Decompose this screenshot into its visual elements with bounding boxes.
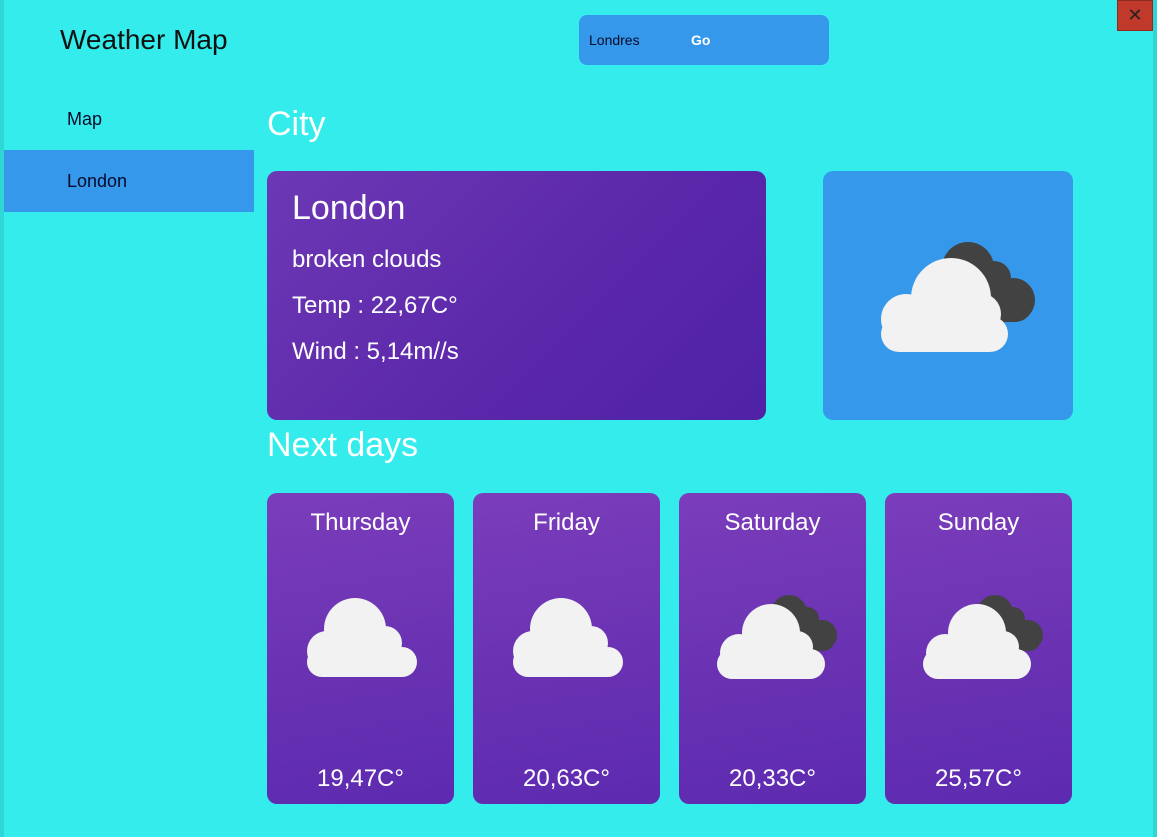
city-icon-card [823,171,1073,420]
city-description: broken clouds [292,246,442,273]
sidebar-nav: Map London [4,88,254,212]
day-name: Sunday [937,509,1020,536]
day-temperature: 20,63C° [523,765,610,792]
day-temperature: 19,47C° [317,765,404,792]
day-name: Friday [533,509,600,536]
sidebar-item-map[interactable]: Map [4,88,254,150]
day-temperature: 20,33C° [729,765,816,792]
go-button[interactable]: Go [691,30,715,50]
broken-clouds-icon [881,242,1035,352]
day-card-saturday: Saturday 20,33C° [679,493,866,804]
close-icon[interactable]: ✕ [1127,5,1142,25]
broken-clouds-icon [923,595,1043,679]
search-box: Go [579,15,829,65]
app-title: Weather Map [60,24,228,55]
search-input[interactable] [589,30,689,50]
city-section-title: City [267,105,326,143]
window-edge-right [1153,0,1157,837]
city-temperature: Temp : 22,67C° [292,292,458,319]
day-card-thursday: Thursday 19,47C° [267,493,454,804]
city-wind: Wind : 5,14m//s [292,338,459,365]
cloud-icon [307,598,417,677]
city-weather-card: London broken clouds Temp : 22,67C° Wind… [267,171,766,420]
close-button[interactable]: ✕ [1117,0,1153,31]
city-name: London [292,189,406,227]
broken-clouds-icon [717,595,837,679]
cloud-icon [513,598,623,677]
next-days-section-title: Next days [267,426,419,464]
day-card-friday: Friday 20,63C° [473,493,660,804]
day-name: Thursday [310,509,411,536]
day-temperature: 25,57C° [935,765,1022,792]
sidebar-item-london[interactable]: London [4,150,254,212]
day-card-sunday: Sunday 25,57C° [885,493,1072,804]
day-name: Saturday [724,509,821,536]
